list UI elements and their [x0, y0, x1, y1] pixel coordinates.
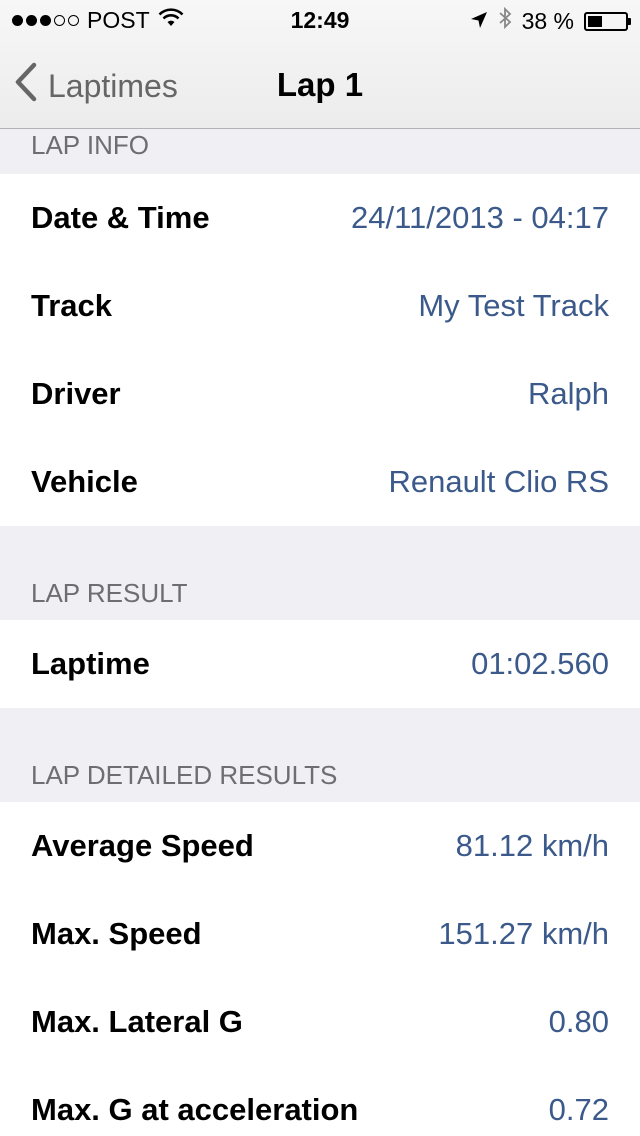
row-track[interactable]: Track My Test Track: [0, 262, 640, 350]
row-max-speed[interactable]: Max. Speed 151.27 km/h: [0, 890, 640, 978]
row-label: Track: [31, 288, 113, 323]
page-title: Lap 1: [276, 66, 364, 103]
row-label: Laptime: [31, 646, 150, 681]
top-bar: POST 12:49 38 % Laptimes Lap 1: [0, 0, 640, 129]
row-average-speed[interactable]: Average Speed 81.12 km/h: [0, 802, 640, 890]
location-arrow-icon: [470, 8, 488, 35]
row-value: 151.27 km/h: [438, 916, 609, 951]
row-label: Vehicle: [31, 464, 138, 499]
battery-percent: 38 %: [521, 7, 574, 34]
row-value: 0.80: [548, 1004, 609, 1039]
lap-detail-table[interactable]: LAP INFO Date & Time 24/11/2013 - 04:17 …: [0, 128, 640, 1136]
row-value: Renault Clio RS: [388, 464, 609, 499]
row-driver[interactable]: Driver Ralph: [0, 350, 640, 438]
section-header-lap-detailed: LAP DETAILED RESULTS: [31, 760, 338, 790]
lap-detailed-group: Average Speed 81.12 km/h Max. Speed 151.…: [0, 802, 640, 1136]
battery-fill: [588, 15, 602, 27]
section-header-lap-result: LAP RESULT: [31, 578, 188, 608]
screen: POST 12:49 38 % Laptimes Lap 1 LAP INFO …: [0, 0, 640, 1136]
row-value: My Test Track: [418, 288, 609, 323]
row-label: Driver: [31, 376, 121, 411]
row-label: Average Speed: [31, 828, 254, 863]
status-right: 38 %: [470, 6, 631, 35]
status-bar: POST 12:49 38 %: [0, 0, 640, 40]
row-value: 0.72: [548, 1092, 609, 1127]
row-max-g-acceleration[interactable]: Max. G at acceleration 0.72: [0, 1066, 640, 1136]
row-label: Max. Lateral G: [31, 1004, 243, 1039]
row-date-time[interactable]: Date & Time 24/11/2013 - 04:17: [0, 174, 640, 262]
bluetooth-icon: [498, 6, 512, 35]
row-vehicle[interactable]: Vehicle Renault Clio RS: [0, 438, 640, 526]
navigation-bar: Laptimes Lap 1: [0, 40, 640, 128]
row-value: 24/11/2013 - 04:17: [351, 200, 609, 235]
row-label: Date & Time: [31, 200, 210, 235]
lap-result-group: Laptime 01:02.560: [0, 620, 640, 708]
row-laptime[interactable]: Laptime 01:02.560: [0, 620, 640, 708]
row-max-lateral-g[interactable]: Max. Lateral G 0.80: [0, 978, 640, 1066]
row-value: Ralph: [528, 376, 609, 411]
battery-icon: [584, 11, 631, 31]
row-value: 01:02.560: [471, 646, 609, 681]
lap-info-group: Date & Time 24/11/2013 - 04:17 Track My …: [0, 174, 640, 526]
section-header-lap-info: LAP INFO: [31, 130, 150, 160]
row-label: Max. G at acceleration: [31, 1092, 359, 1127]
row-label: Max. Speed: [31, 916, 202, 951]
row-value: 81.12 km/h: [455, 828, 609, 863]
